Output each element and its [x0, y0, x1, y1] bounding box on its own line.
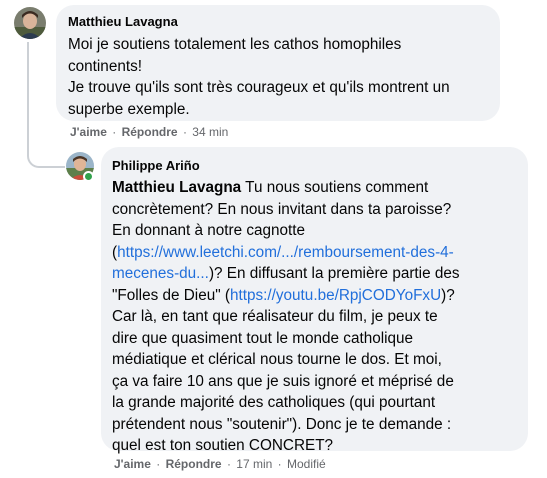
matthieu-avatar[interactable]	[14, 7, 46, 39]
mention-link[interactable]: Matthieu Lavagna	[112, 179, 241, 196]
comment-text: Moi je soutiens totalement les cathos ho…	[68, 36, 450, 118]
separator-dot: ·	[156, 457, 161, 471]
reply-actions: J'aime · Répondre · 17 min · Modifié	[114, 456, 326, 472]
reply-text: Matthieu Lavagna Tu nous soutiens commen…	[112, 177, 516, 457]
reply-timestamp[interactable]: 17 min	[236, 457, 272, 471]
comment-thread: Matthieu Lavagna Moi je soutiens totalem…	[0, 0, 547, 478]
comment-timestamp[interactable]: 34 min	[192, 125, 228, 139]
comment-actions: J'aime · Répondre · 34 min	[70, 124, 228, 140]
separator-dot: ·	[277, 457, 282, 471]
reply-bubble: Philippe Ariño Matthieu Lavagna Tu nous …	[101, 147, 528, 454]
separator-dot: ·	[182, 125, 187, 139]
edited-label: Modifié	[287, 457, 326, 471]
reply-author[interactable]: Philippe Ariño	[112, 157, 516, 175]
like-button[interactable]: J'aime	[70, 125, 107, 139]
online-status-dot	[83, 171, 94, 182]
like-button[interactable]: J'aime	[114, 457, 151, 471]
reply-text-part: )? Car là, en tant que réalisateur du fi…	[112, 286, 455, 455]
youtube-link[interactable]: https://youtu.be/RpjCODYoFxU	[230, 287, 441, 304]
separator-dot: ·	[112, 125, 117, 139]
reply-button[interactable]: Répondre	[166, 457, 222, 471]
separator-dot: ·	[226, 457, 231, 471]
comment-author[interactable]: Matthieu Lavagna	[68, 13, 488, 31]
reply-button[interactable]: Répondre	[122, 125, 178, 139]
comment-bubble: Matthieu Lavagna Moi je soutiens totalem…	[56, 5, 500, 121]
